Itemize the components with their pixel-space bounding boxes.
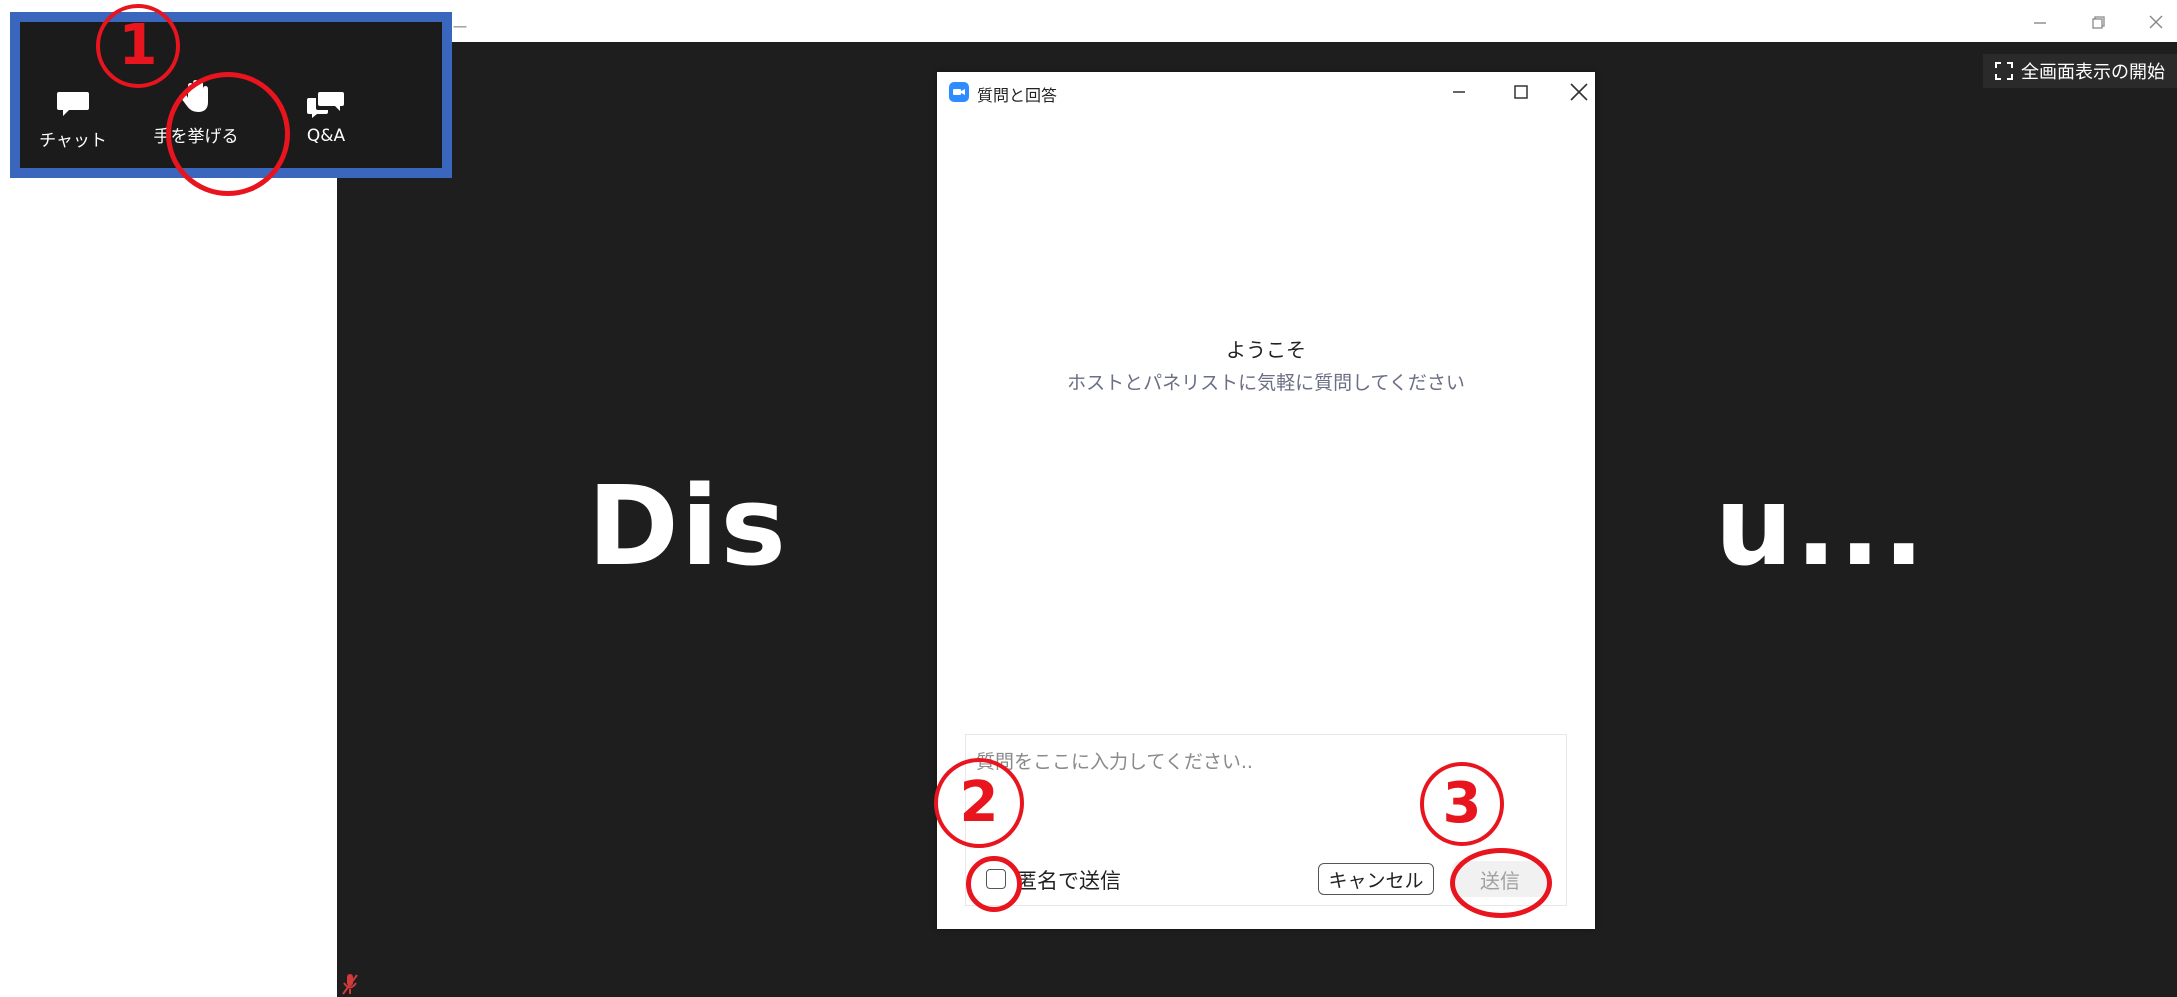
annotation-step-1: 1: [96, 4, 180, 88]
annotation-step-2: 2: [934, 758, 1024, 848]
minimize-icon[interactable]: [2026, 10, 2054, 34]
zoom-app-icon: [949, 82, 969, 102]
annotation-circle-anonymous: [966, 856, 1022, 912]
cancel-button[interactable]: キャンセル: [1318, 863, 1434, 895]
qa-label: Q&A: [306, 126, 346, 146]
anonymous-label: 匿名で送信: [1016, 869, 1121, 893]
window-title: ー: [452, 18, 469, 37]
muted-mic-icon: [339, 972, 361, 996]
chat-label: チャット: [39, 131, 107, 151]
dialog-close-icon[interactable]: [1563, 78, 1595, 106]
dialog-title: 質問と回答: [977, 86, 1058, 105]
qa-bubbles-icon: [307, 92, 344, 118]
close-icon[interactable]: [2142, 10, 2170, 34]
annotation-circle-send: [1450, 848, 1552, 918]
annotation-step-3: 3: [1420, 762, 1504, 846]
welcome-heading: ようこそ: [1226, 338, 1306, 362]
chat-bubble-icon: [57, 92, 89, 116]
dialog-maximize-icon[interactable]: [1501, 78, 1541, 106]
restore-icon[interactable]: [2084, 10, 2112, 34]
fullscreen-button[interactable]: 全画面表示の開始: [1983, 54, 2177, 88]
dialog-titlebar: 質問と回答: [937, 72, 1595, 112]
annotation-circle-raise-hand: [166, 72, 290, 196]
dialog-minimize-icon[interactable]: [1439, 78, 1479, 106]
chat-button[interactable]: チャット: [18, 88, 128, 158]
welcome-subtext: ホストとパネリストに気軽に質問してください: [1067, 372, 1465, 394]
fullscreen-icon: [1995, 62, 2013, 80]
fullscreen-label: 全画面表示の開始: [2021, 62, 2165, 83]
